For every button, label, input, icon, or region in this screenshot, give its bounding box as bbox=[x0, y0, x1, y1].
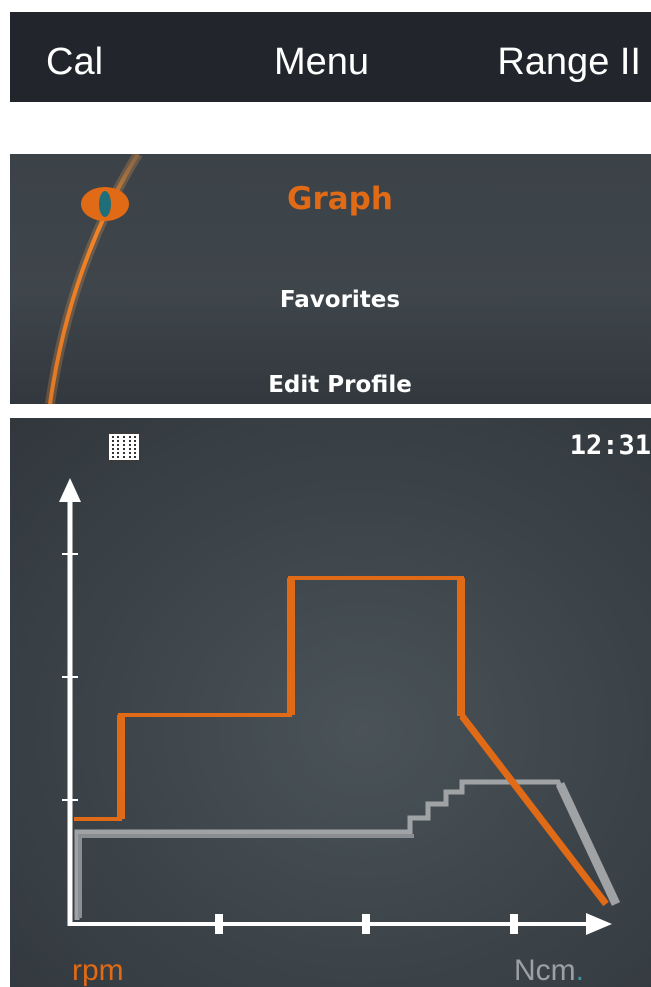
menu-button[interactable]: Menu bbox=[274, 12, 369, 102]
menu-item-edit-profile[interactable]: Edit Profile bbox=[110, 372, 570, 398]
rpm-profile-line bbox=[74, 576, 608, 906]
menu-panel: Graph Favorites Edit Profile bbox=[10, 154, 651, 404]
menu-item-graph[interactable]: Graph bbox=[110, 181, 570, 217]
top-bar: Cal Menu Range II bbox=[10, 12, 651, 102]
x-tick bbox=[362, 914, 370, 934]
menu-item-favorites[interactable]: Favorites bbox=[110, 287, 570, 313]
profile-graph bbox=[59, 478, 621, 935]
y-unit-label: rpm bbox=[72, 954, 124, 987]
graph-panel: 12:31 rpm Ncm. bbox=[10, 418, 651, 987]
y-axis-arrow bbox=[59, 478, 81, 502]
x-tick bbox=[215, 914, 223, 934]
x-axis-arrow bbox=[586, 913, 612, 935]
ncm-profile-line bbox=[74, 779, 617, 920]
cal-button[interactable]: Cal bbox=[46, 12, 103, 102]
rpm-ramp bbox=[459, 713, 609, 907]
x-unit-text: Ncm bbox=[514, 954, 576, 987]
ncm-profile-shadow bbox=[78, 834, 414, 918]
x-unit-dot: . bbox=[575, 954, 584, 987]
x-unit-label: Ncm. bbox=[514, 954, 584, 987]
range-button[interactable]: Range II bbox=[497, 12, 641, 102]
x-tick bbox=[510, 914, 518, 934]
